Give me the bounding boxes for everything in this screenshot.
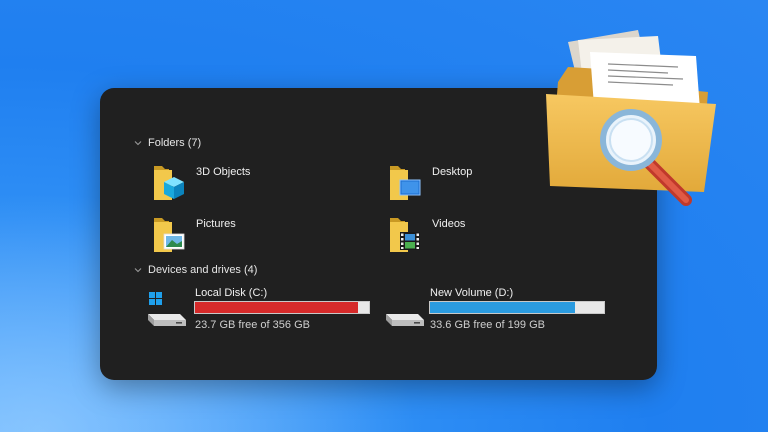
- drive-item-d[interactable]: New Volume (D:) 33.6 GB free of 199 GB: [384, 287, 624, 334]
- hard-drive-icon: [386, 314, 424, 326]
- drive-free-space: 33.6 GB free of 199 GB: [430, 319, 545, 331]
- pictures-folder-icon: [154, 218, 185, 252]
- folder-search-illustration-icon: [546, 30, 716, 206]
- videos-folder-icon: [390, 218, 420, 252]
- drive-name: New Volume (D:): [430, 287, 514, 299]
- folders-section-label: Folders (7): [148, 137, 202, 149]
- drives-section-label: Devices and drives (4): [148, 264, 258, 276]
- folder-item-videos[interactable]: Videos: [388, 214, 465, 254]
- folder-label: Desktop: [432, 166, 473, 178]
- chevron-down-icon: [134, 268, 142, 273]
- folder-label: Videos: [432, 218, 466, 230]
- drive-name: Local Disk (C:): [195, 287, 268, 299]
- drive-usage-bar: [429, 301, 605, 314]
- drive-free-space: 23.7 GB free of 356 GB: [195, 319, 310, 331]
- drive-item-c[interactable]: Local Disk (C:) 23.7 GB free of 356 GB: [146, 287, 376, 334]
- desktop-folder-icon: [390, 166, 421, 200]
- folder-label: 3D Objects: [196, 166, 251, 178]
- drive-usage-fill: [430, 302, 575, 313]
- folder-label: Pictures: [196, 218, 236, 230]
- folder-item-desktop[interactable]: Desktop: [388, 162, 472, 202]
- 3d-objects-folder-icon: [154, 166, 184, 200]
- folders-section-header[interactable]: Folders (7): [134, 137, 201, 149]
- chevron-down-icon: [134, 141, 142, 146]
- drive-usage-bar: [194, 301, 370, 314]
- drive-usage-fill: [195, 302, 358, 313]
- drives-section-header[interactable]: Devices and drives (4): [134, 264, 257, 276]
- windows-drive-icon: [148, 292, 186, 326]
- folder-item-pictures[interactable]: Pictures: [152, 214, 236, 254]
- folder-item-3d-objects[interactable]: 3D Objects: [152, 162, 250, 202]
